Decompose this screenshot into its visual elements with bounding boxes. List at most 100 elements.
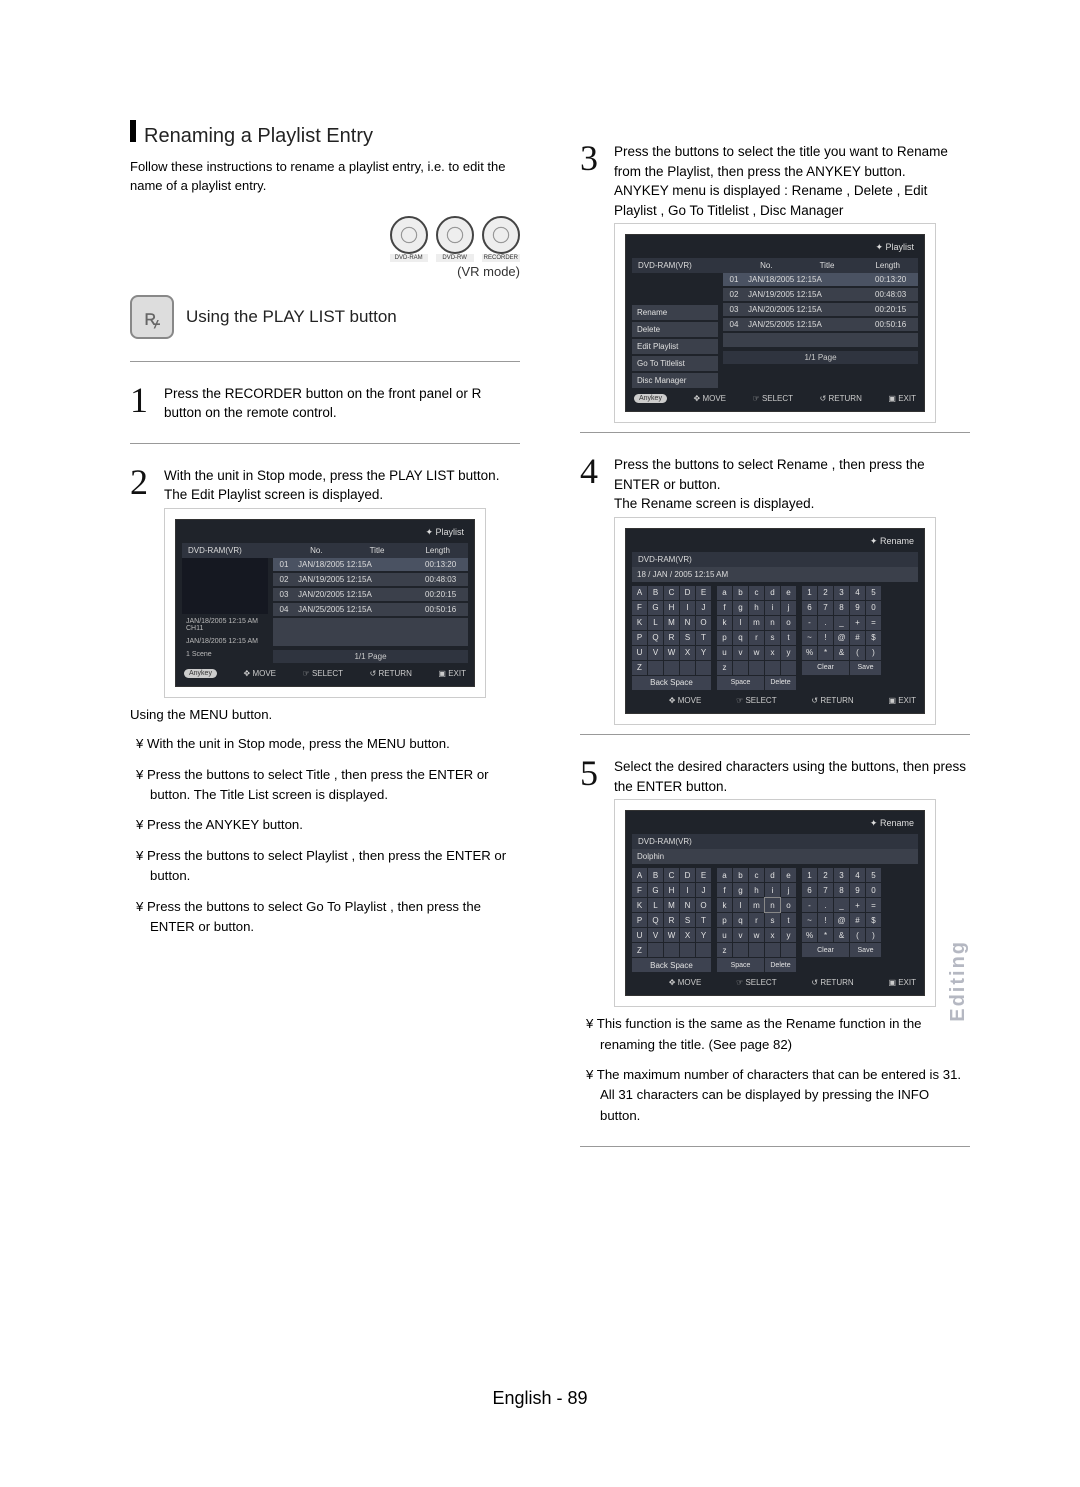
osd-keyboard-key[interactable]: ~ [802,913,817,927]
osd-key-clear[interactable]: Clear [802,661,849,675]
osd-keyboard-key[interactable]: ! [818,913,833,927]
osd-keyboard-key[interactable]: J [696,601,711,615]
osd-keyboard-key[interactable]: l [733,898,748,912]
osd-playlist-row[interactable]: 02JAN/19/2005 12:15A00:48:03 [723,288,918,301]
osd-keyboard-key[interactable]: - [802,898,817,912]
osd-playlist-row[interactable]: 03JAN/20/2005 12:15A00:20:15 [273,588,468,601]
osd-keyboard-key[interactable]: Q [648,913,663,927]
osd-playlist-row[interactable]: 01JAN/18/2005 12:15A00:13:20 [723,273,918,286]
osd-playlist-row[interactable]: 03JAN/20/2005 12:15A00:20:15 [723,303,918,316]
osd-keyboard-key[interactable]: 7 [818,601,833,615]
osd-keyboard-key[interactable]: z [717,943,732,957]
osd-playlist-row[interactable]: 01JAN/18/2005 12:15A00:13:20 [273,558,468,571]
osd-keyboard-key[interactable]: C [664,868,679,882]
osd-keyboard-key[interactable]: Z [632,943,647,957]
osd-keyboard-key[interactable]: & [834,928,849,942]
osd-keyboard-key[interactable]: 9 [850,601,865,615]
osd-keyboard-key[interactable]: X [680,646,695,660]
osd-keyboard-key[interactable]: 9 [850,883,865,897]
osd-keyboard-key[interactable]: % [802,928,817,942]
osd-key-save[interactable]: Save [850,661,881,675]
osd-keyboard-key[interactable]: o [781,616,796,630]
osd-keyboard-key[interactable]: E [696,868,711,882]
osd-keyboard-key[interactable]: m [749,898,764,912]
osd-keyboard-key[interactable]: n [765,616,780,630]
osd-keyboard-key[interactable]: M [664,616,679,630]
osd-keyboard-key[interactable]: q [733,631,748,645]
osd-keyboard-key[interactable]: = [866,898,881,912]
osd-keyboard-key[interactable]: 3 [834,868,849,882]
osd-keyboard-key[interactable]: N [680,616,695,630]
osd-keyboard-key[interactable]: a [717,586,732,600]
osd-keyboard-key[interactable]: c [749,868,764,882]
osd-keyboard-key[interactable]: @ [834,913,849,927]
osd-keyboard-key[interactable]: 3 [834,586,849,600]
osd-keyboard-key[interactable]: L [648,616,663,630]
osd-keyboard-key[interactable]: 1 [802,586,817,600]
osd-keyboard-key[interactable]: b [733,586,748,600]
osd-keyboard-key[interactable]: ( [850,646,865,660]
osd-keyboard-key[interactable]: F [632,883,647,897]
osd-keyboard-key[interactable]: j [781,601,796,615]
osd-keyboard-key[interactable]: w [749,928,764,942]
osd-rename-field[interactable]: 18 / JAN / 2005 12:15 AM [632,567,918,582]
osd-keyboard-key[interactable]: 2 [818,868,833,882]
osd-keyboard-key[interactable]: Q [648,631,663,645]
osd-keyboard-key[interactable]: % [802,646,817,660]
osd-keyboard-key[interactable]: G [648,883,663,897]
osd-keyboard-key[interactable]: X [680,928,695,942]
osd-keyboard-key[interactable]: A [632,586,647,600]
osd-keyboard-key[interactable]: x [765,646,780,660]
osd-keyboard-key[interactable]: + [850,898,865,912]
osd-keyboard-key[interactable]: w [749,646,764,660]
osd-keyboard-key[interactable]: j [781,883,796,897]
osd-playlist-row[interactable]: 02JAN/19/2005 12:15A00:48:03 [273,573,468,586]
osd-keyboard-key[interactable]: 1 [802,868,817,882]
osd-keyboard-key[interactable]: @ [834,631,849,645]
osd-playlist-row[interactable]: 04JAN/25/2005 12:15A00:50:16 [723,318,918,331]
osd-keyboard-key[interactable]: m [749,616,764,630]
osd-keyboard-key[interactable]: B [648,586,663,600]
osd-keyboard-key[interactable]: v [733,928,748,942]
osd-keyboard-key[interactable]: h [749,883,764,897]
osd-keyboard-key[interactable]: p [717,913,732,927]
osd-keyboard-key[interactable]: # [850,913,865,927]
osd-keyboard-key[interactable]: d [765,586,780,600]
osd-keyboard-key[interactable]: t [781,913,796,927]
osd-keyboard-key[interactable]: D [680,586,695,600]
osd-key-delete[interactable]: Delete [765,958,796,972]
osd-keyboard-key[interactable]: b [733,868,748,882]
osd-keyboard-key[interactable]: ~ [802,631,817,645]
osd-keyboard-key[interactable]: W [664,928,679,942]
osd-keyboard-key[interactable]: 5 [866,868,881,882]
osd-menu-edit-playlist[interactable]: Edit Playlist [632,339,718,354]
osd-keyboard-key[interactable]: . [818,616,833,630]
osd-keyboard-key[interactable]: g [733,883,748,897]
osd-key-delete[interactable]: Delete [765,676,796,690]
osd-key-save[interactable]: Save [850,943,881,957]
osd-keyboard-key[interactable]: 8 [834,601,849,615]
osd-keyboard-key[interactable]: * [818,928,833,942]
osd-keyboard-key[interactable]: A [632,868,647,882]
osd-keyboard-key[interactable]: y [781,928,796,942]
osd-keyboard-key[interactable]: ! [818,631,833,645]
osd-keyboard-key[interactable]: 5 [866,586,881,600]
osd-menu-go-to-titlelist[interactable]: Go To Titlelist [632,356,718,371]
osd-keyboard-key[interactable]: G [648,601,663,615]
osd-keyboard-key[interactable]: P [632,631,647,645]
osd-keyboard-key[interactable]: Y [696,928,711,942]
osd-keyboard-key[interactable]: P [632,913,647,927]
osd-key-space[interactable]: Space [717,958,764,972]
osd-keyboard-key[interactable]: # [850,631,865,645]
osd-keyboard-key[interactable]: B [648,868,663,882]
osd-keyboard-key[interactable]: S [680,913,695,927]
osd-keyboard-key[interactable]: l [733,616,748,630]
osd-keyboard-key[interactable]: f [717,601,732,615]
osd-keyboard-key[interactable]: O [696,898,711,912]
osd-playlist-row[interactable]: 04JAN/25/2005 12:15A00:50:16 [273,603,468,616]
osd-keyboard-key[interactable]: S [680,631,695,645]
osd-keyboard-key[interactable]: . [818,898,833,912]
osd-keyboard-key[interactable]: ( [850,928,865,942]
osd-keyboard-key[interactable]: $ [866,913,881,927]
osd-keyboard-key[interactable]: g [733,601,748,615]
